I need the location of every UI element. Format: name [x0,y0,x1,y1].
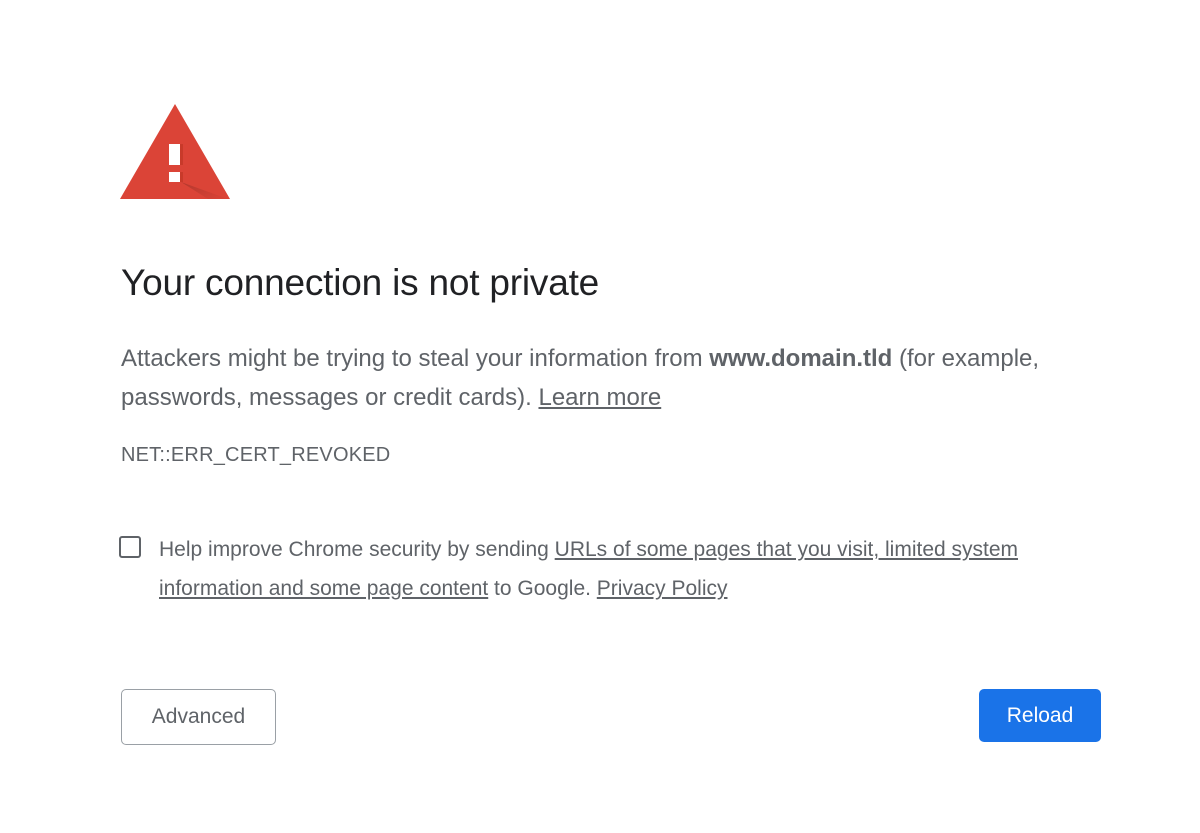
error-code: NET::ERR_CERT_REVOKED [121,444,391,466]
security-optin-checkbox[interactable] [119,536,141,558]
explanation-text: Attackers might be trying to steal your … [121,339,1111,417]
security-optin-text: Help improve Chrome security by sending … [159,530,1099,608]
privacy-policy-link[interactable]: Privacy Policy [597,577,728,600]
warning-triangle-icon [120,104,230,199]
reload-button[interactable]: Reload [979,689,1101,742]
advanced-button[interactable]: Advanced [121,689,276,745]
domain-name: www.domain.tld [709,345,893,372]
optin-prefix: Help improve Chrome security by sending [159,538,555,561]
interstitial-page: Your connection is not private Attackers… [0,0,1200,833]
page-title: Your connection is not private [121,262,600,303]
optin-middle: to Google. [488,577,597,600]
explanation-before-domain: Attackers might be trying to steal your … [121,345,710,372]
learn-more-link[interactable]: Learn more [538,384,661,411]
